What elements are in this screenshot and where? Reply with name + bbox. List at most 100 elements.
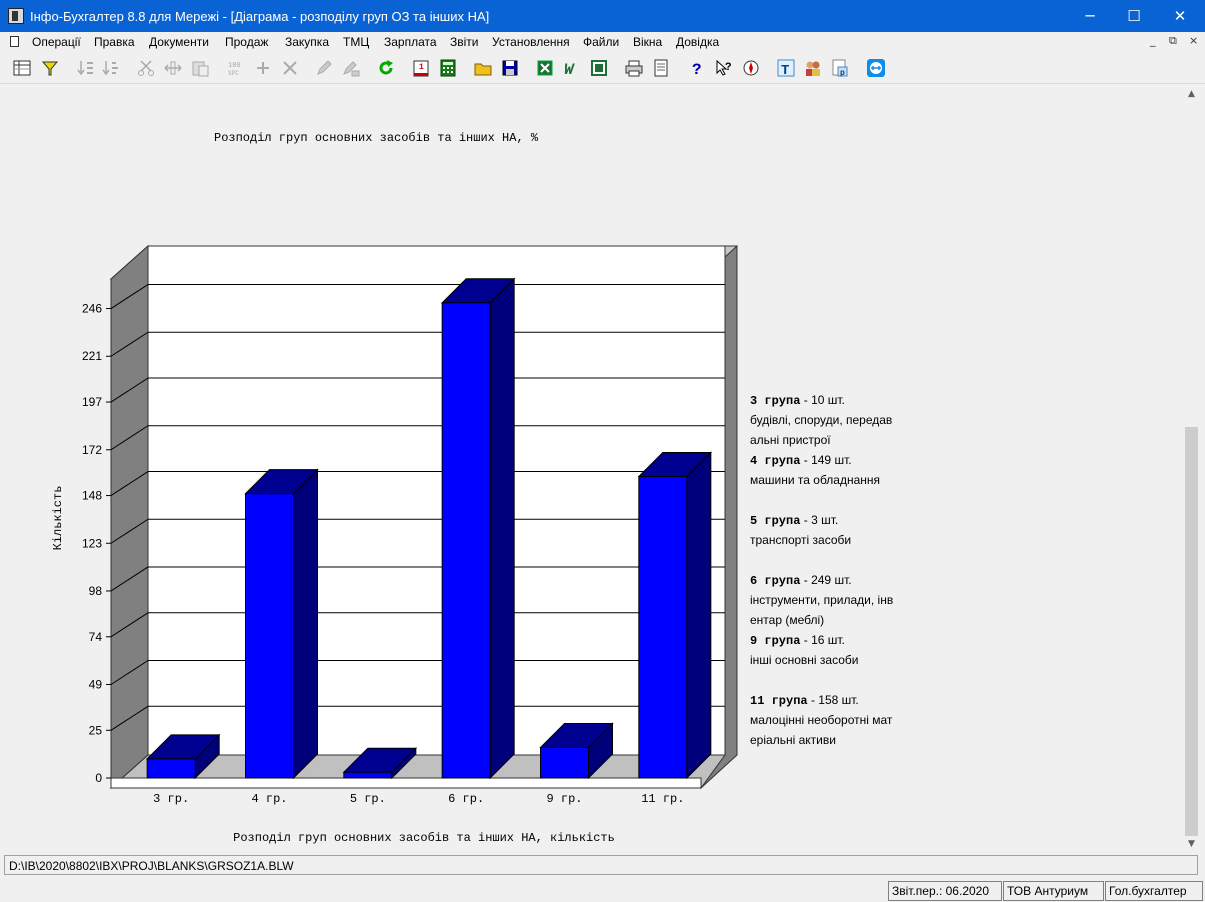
x-tick-label: 4 гр. <box>251 792 287 806</box>
calendar-icon[interactable]: 1 <box>411 58 431 78</box>
help-icon[interactable]: ? <box>687 58 707 79</box>
teamviewer-icon[interactable] <box>866 58 886 78</box>
x-axis-ticks: 3 гр. 4 гр. 5 гр. 6 гр. 9 гр. 11 гр. <box>153 792 684 806</box>
chart-window: Розподіл груп основних засобів та інших … <box>4 86 1182 852</box>
menu-help[interactable]: Довідка <box>676 35 719 49</box>
sort-desc-icon[interactable] <box>101 58 121 78</box>
export-icon[interactable] <box>589 58 609 78</box>
status-bar: Звіт.пер.: 06.2020 ТОВ Антуриум Гол.бухг… <box>0 880 1205 902</box>
legend-item: 6 група - 249 шт. <box>750 573 852 588</box>
refresh-icon[interactable] <box>376 58 396 78</box>
legend-desc: інші основні засоби <box>750 653 859 667</box>
legend-item: 11 група - 158 шт. <box>750 693 859 708</box>
svg-text:SPC: SPC <box>228 70 239 77</box>
legend-desc: будівлі, споруди, передав <box>750 413 893 427</box>
mdi-minimize-button[interactable]: _ <box>1150 34 1156 47</box>
bar-side <box>293 468 318 780</box>
cut-icon[interactable] <box>136 58 156 78</box>
legend-desc <box>750 550 893 570</box>
print-icon[interactable] <box>624 58 644 78</box>
menu-bar: Операції Правка Документи Продаж Закупка… <box>0 32 1205 52</box>
legend-desc: транспорті засоби <box>750 533 852 547</box>
context-help-icon[interactable]: ? <box>714 58 734 78</box>
y-tick-label: 197 <box>82 395 102 409</box>
edit-icon[interactable] <box>314 58 334 78</box>
legend-item: 9 група - 16 шт. <box>750 633 845 648</box>
bar-chart: Розподіл груп основних засобів та інших … <box>51 131 738 845</box>
text-tool-icon[interactable]: T <box>776 58 796 79</box>
bar-front <box>245 493 294 779</box>
menu-edit[interactable]: Правка <box>94 35 135 49</box>
mdi-close-button[interactable]: × <box>1189 34 1198 47</box>
menu-documents[interactable]: Документи <box>149 35 209 49</box>
close-button[interactable]: ✕ <box>1157 0 1203 32</box>
menu-reports[interactable]: Звіти <box>450 35 479 49</box>
spray-icon[interactable] <box>341 58 361 78</box>
delete-icon[interactable] <box>280 58 300 78</box>
legend-desc: ентар (меблі) <box>750 613 825 627</box>
bar-front <box>638 475 688 779</box>
svg-text:1: 1 <box>419 63 424 72</box>
maximize-button[interactable]: ☐ <box>1111 0 1157 32</box>
bar-front <box>540 746 589 779</box>
y-tick-label: 123 <box>82 536 102 550</box>
y-tick-label: 148 <box>82 489 102 503</box>
scroll-up-icon[interactable]: ▲ <box>1183 86 1200 102</box>
move-icon[interactable] <box>163 58 183 78</box>
y-tick-label: 221 <box>82 349 102 363</box>
legend-item: 5 група - 3 шт. <box>750 513 839 528</box>
scroll-down-icon[interactable]: ▼ <box>1183 836 1200 852</box>
menu-settings[interactable]: Установлення <box>492 35 570 49</box>
scroll-thumb[interactable] <box>1185 427 1198 836</box>
menu-sales[interactable]: Продаж <box>225 35 268 49</box>
menu-inventory[interactable]: ТМЦ <box>343 35 369 49</box>
toolbar: 180 SPC 1 W ? ? T p <box>0 53 1205 84</box>
y-tick-label: 246 <box>82 302 102 316</box>
minimize-button[interactable]: ─ <box>1067 0 1113 32</box>
y-tick-label: 0 <box>95 771 102 785</box>
document-icon[interactable] <box>10 36 19 47</box>
excel-icon[interactable] <box>535 58 555 78</box>
bar-side <box>686 451 712 780</box>
status-company: ТОВ Антуриум <box>1003 881 1104 901</box>
legend-desc <box>750 490 893 510</box>
preview-icon[interactable] <box>651 58 671 78</box>
x-tick-label: 9 гр. <box>546 792 582 806</box>
paste-icon[interactable] <box>190 58 210 78</box>
y-tick-label: 98 <box>89 584 103 598</box>
status-role: Гол.бухгалтер <box>1105 881 1203 901</box>
chart-left-wall <box>110 244 149 790</box>
menu-purchases[interactable]: Закупка <box>285 35 329 49</box>
users-icon[interactable] <box>803 58 823 78</box>
app-icon[interactable] <box>8 8 24 24</box>
save-icon[interactable] <box>500 58 520 78</box>
legend-desc: еріальні активи <box>750 733 836 747</box>
filter-icon[interactable] <box>40 58 60 78</box>
y-tick-label: 49 <box>89 677 103 691</box>
rotate-icon[interactable]: 180 SPC <box>226 58 246 78</box>
bar-side <box>489 277 515 780</box>
compass-icon[interactable] <box>741 58 761 78</box>
word-icon[interactable]: W <box>562 58 582 79</box>
mdi-restore-button[interactable]: ⧉ <box>1169 34 1177 48</box>
window-title: Інфо-Бухгалтер 8.8 для Мережі - [Діаграм… <box>30 9 490 24</box>
y-axis-label: Кількість <box>51 486 65 551</box>
sort-asc-icon[interactable] <box>76 58 96 78</box>
menu-payroll[interactable]: Зарплата <box>384 35 437 49</box>
menu-files[interactable]: Файли <box>583 35 619 49</box>
svg-text:p: p <box>840 69 845 78</box>
grid-icon[interactable] <box>12 58 32 78</box>
calculator-icon[interactable] <box>438 58 458 78</box>
report-icon[interactable]: p <box>830 58 850 78</box>
legend-item: 3 група - 10 шт. <box>750 393 845 408</box>
add-icon[interactable] <box>253 58 273 78</box>
y-tick-label: 25 <box>89 723 103 737</box>
menu-operations[interactable]: Операції <box>32 35 81 49</box>
open-folder-icon[interactable] <box>473 58 493 78</box>
chart-legend: 3 група - 10 шт. будівлі, споруди, перед… <box>750 390 893 750</box>
vertical-scrollbar[interactable]: ▲ ▼ <box>1183 86 1200 852</box>
title-bar: Інфо-Бухгалтер 8.8 для Мережі - [Діаграм… <box>0 0 1205 32</box>
menu-windows[interactable]: Вікна <box>633 35 662 49</box>
x-axis-label: Розподіл груп основних засобів та інших … <box>233 831 615 845</box>
x-tick-label: 3 гр. <box>153 792 189 806</box>
